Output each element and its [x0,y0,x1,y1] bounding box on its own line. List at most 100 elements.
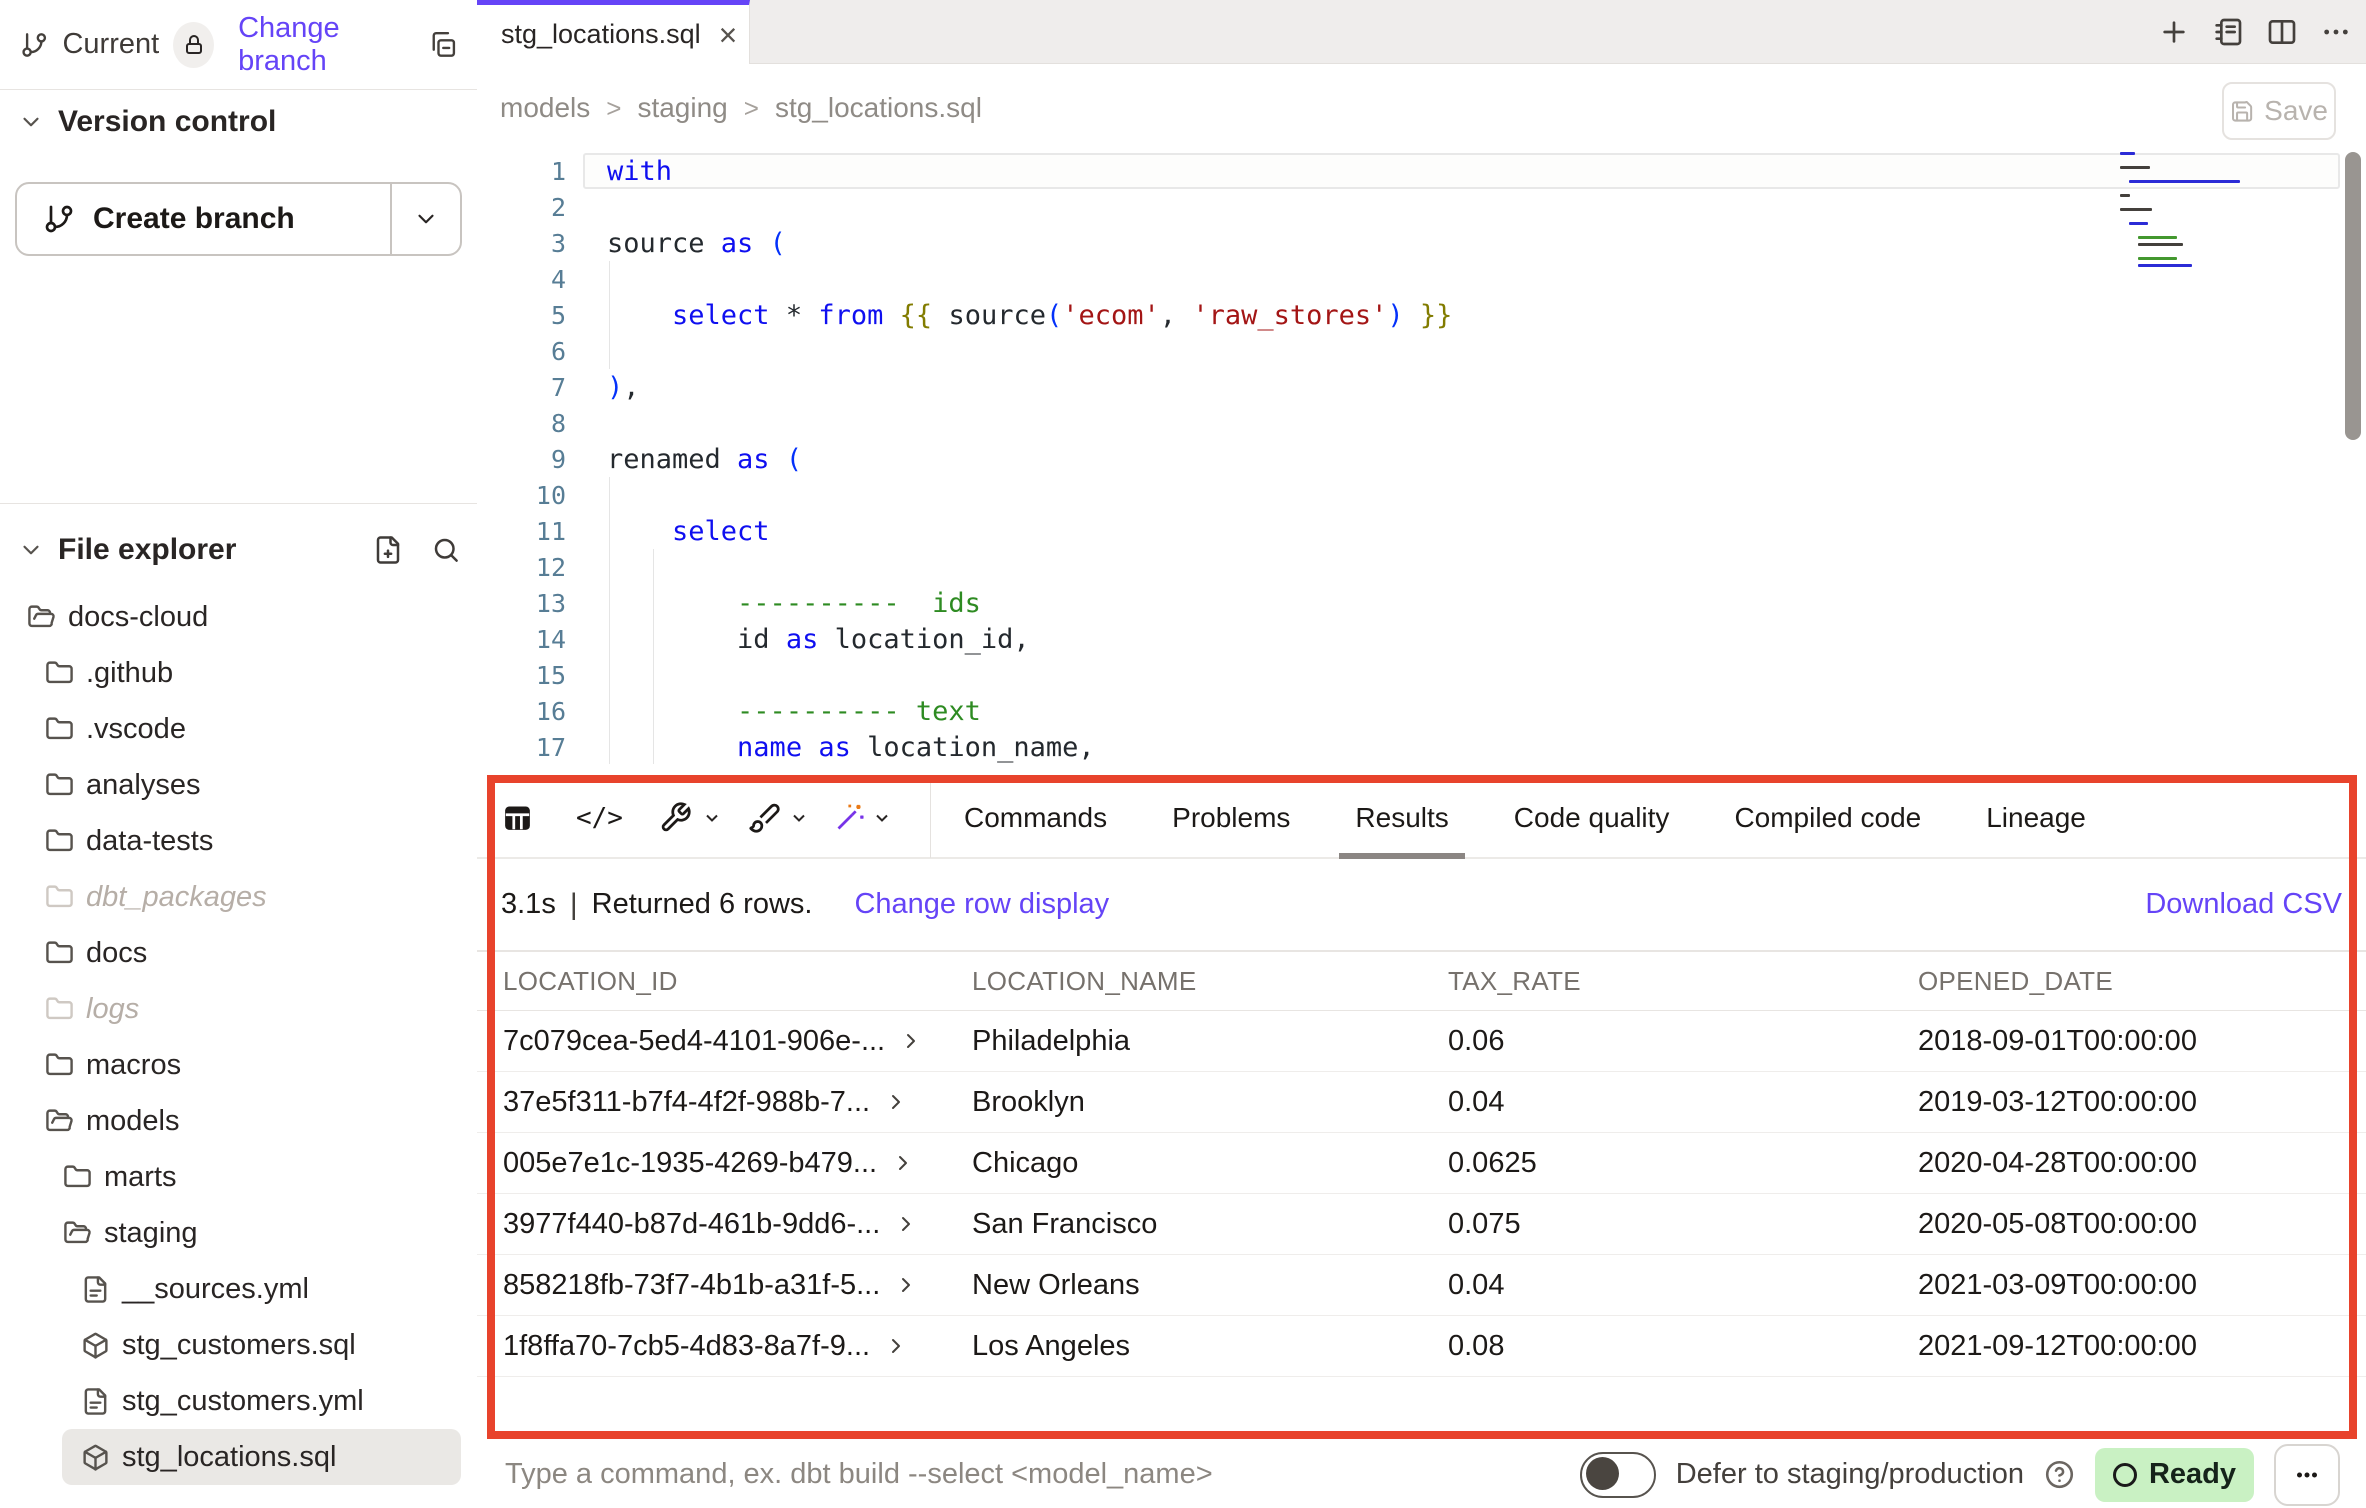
compile-code-icon[interactable]: </> [576,803,623,833]
create-branch-main[interactable]: Create branch [17,184,390,254]
code-line-4[interactable]: 4 [477,261,2366,297]
file-explorer-item-stg-customers-sql[interactable]: stg_customers.sql [0,1317,477,1373]
expand-row-icon[interactable] [894,1273,918,1297]
file-explorer-item-data-tests[interactable]: data-tests [0,813,477,869]
more-menu-button[interactable] [2274,1444,2340,1506]
expand-row-icon[interactable] [891,1151,915,1175]
file-explorer-item-marts[interactable]: marts [0,1149,477,1205]
change-branch-link[interactable]: Change branch [238,12,414,78]
tab-stg-locations-sql[interactable]: stg_locations.sql × [477,0,750,64]
code-line-12[interactable]: 12 [477,549,2366,585]
column-header-location_id[interactable]: LOCATION_ID [503,966,972,997]
file-explorer-item-models[interactable]: models [0,1093,477,1149]
save-button[interactable]: Save [2222,82,2336,140]
results-tab-compiled-code[interactable]: Compiled code [1734,778,1921,857]
line-number: 4 [477,265,566,294]
command-input[interactable] [503,1457,1367,1492]
code-line-7[interactable]: 7), [477,369,2366,405]
results-tab-problems[interactable]: Problems [1172,778,1290,857]
file-explorer-item-staging[interactable]: staging [0,1205,477,1261]
folder-icon [63,1163,92,1192]
results-tab-commands[interactable]: Commands [964,778,1107,857]
file-explorer-header[interactable]: File explorer [18,526,461,574]
results-tab-lineage[interactable]: Lineage [1986,778,2086,857]
file-explorer-item-sources-yml[interactable]: __sources.yml [0,1261,477,1317]
new-file-icon[interactable] [373,535,403,565]
file-tree: docs-cloud .github.vscode analyses data-tes… [0,589,477,1485]
close-tab-icon[interactable]: × [719,19,738,51]
code-line-2[interactable]: 2 [477,189,2366,225]
minimap[interactable] [2120,152,2250,271]
code-text [566,549,2366,585]
split-pane-icon[interactable] [2266,16,2298,48]
chevron-down-icon[interactable] [789,808,809,828]
code-line-8[interactable]: 8 [477,405,2366,441]
code-line-3[interactable]: 3source as ( [477,225,2366,261]
search-icon[interactable] [431,535,461,565]
column-header-tax_rate[interactable]: TAX_RATE [1448,966,1918,997]
file-explorer-item-dbt-packages[interactable]: dbt_packages [0,869,477,925]
file-explorer-item-stg-customers-yml[interactable]: stg_customers.yml [0,1373,477,1429]
minimap-line [2120,152,2135,155]
breadcrumb-item[interactable]: staging [637,92,727,124]
expand-row-icon[interactable] [894,1212,918,1236]
chevron-down-icon[interactable] [702,808,722,828]
breadcrumb-item[interactable]: models [500,92,590,124]
file-explorer-item-analyses[interactable]: analyses [0,757,477,813]
file-icon [81,1275,110,1304]
defer-toggle[interactable] [1580,1452,1656,1498]
change-row-display-link[interactable]: Change row display [854,888,1109,921]
file-explorer-item-github[interactable]: .github [0,645,477,701]
folder-open-icon [45,1107,74,1136]
version-control-header[interactable]: Version control [18,98,276,146]
file-explorer-item-vscode[interactable]: .vscode [0,701,477,757]
expand-row-icon[interactable] [899,1029,923,1053]
file-explorer-item-docs[interactable]: docs [0,925,477,981]
create-branch-dropdown[interactable] [390,184,460,254]
ai-wand-icon[interactable] [833,801,866,834]
file-explorer-item-docs-cloud[interactable]: docs-cloud [0,589,477,645]
new-tab-icon[interactable] [2158,16,2190,48]
expand-row-icon[interactable] [884,1090,908,1114]
code-line-9[interactable]: 9renamed as ( [477,441,2366,477]
code-text [566,261,2366,297]
code-line-16[interactable]: 16 ---------- text [477,693,2366,729]
code-line-1[interactable]: 1with [477,153,2366,189]
build-wrench-icon[interactable] [659,801,692,834]
file-explorer-item-macros[interactable]: macros [0,1037,477,1093]
file-label: stg_customers.yml [122,1385,364,1418]
status-badge[interactable]: Ready [2095,1448,2254,1502]
folder-open-icon [27,603,56,632]
code-line-17[interactable]: 17 name as location_name, [477,729,2366,765]
create-branch-button[interactable]: Create branch [15,182,462,256]
results-tab-code-quality[interactable]: Code quality [1514,778,1670,857]
preview-table-icon[interactable] [501,801,534,834]
file-explorer-item-stg-locations-sql[interactable]: stg_locations.sql [62,1429,461,1485]
download-csv-link[interactable]: Download CSV [2145,888,2342,921]
breadcrumb-item[interactable]: stg_locations.sql [775,92,982,124]
code-editor[interactable]: 1with23source as ( 4 5 select * from {{ so… [477,152,2366,778]
results-tab-results[interactable]: Results [1355,778,1448,857]
notebook-icon[interactable] [2212,16,2244,48]
column-header-location_name[interactable]: LOCATION_NAME [972,966,1448,997]
code-line-6[interactable]: 6 [477,333,2366,369]
copy-icon[interactable] [429,29,457,61]
code-line-11[interactable]: 11 select [477,513,2366,549]
column-header-opened_date[interactable]: OPENED_DATE [1918,966,2366,997]
file-label: docs-cloud [68,601,208,634]
chevron-down-icon[interactable] [872,808,892,828]
file-explorer-item-logs[interactable]: logs [0,981,477,1037]
editor-scrollbar[interactable] [2345,152,2361,440]
more-options-icon[interactable] [2320,16,2352,48]
code-line-13[interactable]: 13 ---------- ids [477,585,2366,621]
code-line-14[interactable]: 14 id as location_id, [477,621,2366,657]
cell-location-name: San Francisco [972,1208,1448,1241]
expand-row-icon[interactable] [884,1334,908,1358]
help-icon[interactable] [2044,1459,2075,1490]
cell-tax-rate: 0.075 [1448,1208,1918,1241]
code-line-5[interactable]: 5 select * from {{ source('ecom', 'raw_s… [477,297,2366,333]
code-line-10[interactable]: 10 [477,477,2366,513]
format-brush-icon[interactable] [748,801,781,834]
code-line-15[interactable]: 15 [477,657,2366,693]
file-label: analyses [86,769,200,802]
